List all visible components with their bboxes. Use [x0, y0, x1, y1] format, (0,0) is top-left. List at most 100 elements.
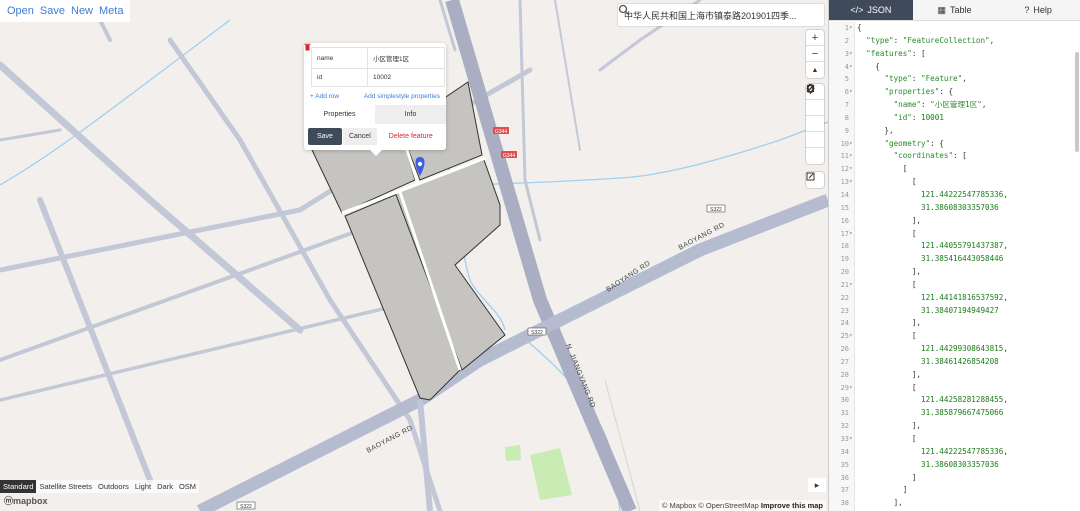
code-line[interactable]: 6 ▾ "properties": { — [829, 86, 1080, 99]
code-line[interactable]: 33 ▾ [ — [829, 433, 1080, 446]
draw-line-button[interactable] — [806, 84, 824, 116]
improve-map-link[interactable]: Improve this map — [761, 501, 823, 510]
layer-light[interactable]: Light — [131, 480, 155, 493]
collapse-panel-button[interactable]: ▸ — [808, 478, 826, 492]
code-line[interactable]: 37 ] — [829, 484, 1080, 497]
fold-toggle-icon[interactable]: ▾ — [849, 61, 853, 74]
draw-polygon-button[interactable] — [806, 84, 824, 132]
code-line[interactable]: 5 "type": "Feature", — [829, 73, 1080, 86]
property-key[interactable]: id — [311, 68, 368, 87]
code-line[interactable]: 34 121.44222547785336, — [829, 446, 1080, 459]
fold-toggle-icon[interactable]: ▾ — [849, 228, 853, 241]
line-number: 36 — [840, 473, 849, 482]
fold-toggle-icon[interactable]: ▾ — [849, 382, 853, 395]
layer-satellite-streets[interactable]: Satellite Streets — [36, 480, 95, 493]
attribution-mapbox-link[interactable]: © Mapbox — [662, 501, 696, 510]
code-line[interactable]: 13 ▾ [ — [829, 176, 1080, 189]
search-icon — [618, 4, 630, 16]
fold-toggle-icon[interactable]: ▾ — [849, 330, 853, 343]
code-line[interactable]: 1 ▾ { — [829, 22, 1080, 35]
fold-toggle-icon[interactable]: ▾ — [849, 150, 853, 163]
layer-outdoors[interactable]: Outdoors — [94, 480, 132, 493]
line-number: 13 — [840, 178, 849, 187]
zoom-out-button[interactable]: − — [806, 46, 824, 62]
search-box[interactable]: 中华人民共和国上海市镇泰路201901四季... — [618, 4, 824, 26]
code-line[interactable]: 4 ▾ { — [829, 61, 1080, 74]
tab-info[interactable]: Info — [375, 105, 446, 124]
fold-toggle-icon[interactable]: ▾ — [849, 279, 853, 292]
zoom-in-button[interactable]: + — [806, 30, 824, 46]
add-row-link[interactable]: + Add row — [310, 93, 339, 100]
code-line[interactable]: 10 ▾ "geometry": { — [829, 138, 1080, 151]
code-line[interactable]: 35 31.38608303357036 — [829, 459, 1080, 472]
code-line[interactable]: 22 121.44141816537592, — [829, 292, 1080, 305]
code-line[interactable]: 31 31.385879667475066 — [829, 407, 1080, 420]
road-shield-g344: G344 — [495, 129, 507, 135]
edit-button[interactable] — [806, 172, 824, 188]
mapbox-logo[interactable]: ⓜmapbox — [4, 494, 48, 507]
code-line[interactable]: 32 ], — [829, 420, 1080, 433]
menu-save[interactable]: Save — [40, 5, 65, 17]
line-number: 35 — [840, 460, 849, 469]
code-line[interactable]: 30 121.44258281288455, — [829, 394, 1080, 407]
editor-scrollbar[interactable] — [1075, 52, 1079, 152]
code-line[interactable]: 29 ▾ [ — [829, 382, 1080, 395]
code-line[interactable]: 8 "id": 10001 — [829, 112, 1080, 125]
json-editor[interactable]: 1 ▾{2 "type": "FeatureCollection", 3 ▾ "fea… — [829, 22, 1080, 511]
code-text: [ — [857, 331, 917, 341]
code-line[interactable]: 19 31.385416443058446 — [829, 253, 1080, 266]
code-line[interactable]: 36 ] — [829, 472, 1080, 485]
code-line[interactable]: 18 121.44055791437387, — [829, 240, 1080, 253]
code-line[interactable]: 24 ], — [829, 317, 1080, 330]
compass-button[interactable]: ▲ — [806, 62, 824, 78]
map-canvas[interactable]: G344 G344 S322 S322 S322 BAOYANG RD BAOY… — [0, 0, 828, 511]
menu-new[interactable]: New — [71, 5, 93, 17]
add-simplestyle-link[interactable]: Add simplestyle properties — [364, 93, 440, 100]
code-line[interactable]: 20 ], — [829, 266, 1080, 279]
delete-feature-button[interactable]: Delete feature — [304, 43, 433, 140]
code-line[interactable]: 26 121.44299308643815, — [829, 343, 1080, 356]
code-text: "coordinates": [ — [893, 151, 967, 161]
save-button[interactable]: Save — [308, 128, 342, 145]
fold-toggle-icon[interactable]: ▾ — [849, 163, 853, 176]
code-line[interactable]: 15 31.38608303357036 — [829, 202, 1080, 215]
fold-toggle-icon[interactable]: ▾ — [849, 176, 853, 189]
fold-toggle-icon[interactable]: ▾ — [849, 22, 853, 35]
tab-table[interactable]: ▦ Table — [913, 0, 997, 20]
tab-properties[interactable]: Properties — [304, 105, 375, 124]
code-line[interactable]: 11 ▾ "coordinates": [ — [829, 150, 1080, 163]
code-line[interactable]: 23 31.38407194949427 — [829, 305, 1080, 318]
property-value[interactable]: 小区管理1区 — [367, 47, 445, 69]
tab-json[interactable]: </> JSON — [829, 0, 913, 20]
property-value[interactable]: 10002 — [367, 68, 445, 87]
fold-toggle-icon[interactable]: ▾ — [849, 433, 853, 446]
fold-toggle-icon[interactable]: ▾ — [849, 48, 853, 61]
attribution-osm-link[interactable]: © OpenStreetMap — [698, 501, 759, 510]
layer-standard[interactable]: Standard — [0, 480, 37, 493]
code-line[interactable]: 21 ▾ [ — [829, 279, 1080, 292]
menu-meta[interactable]: Meta — [99, 5, 123, 17]
tab-help[interactable]: ? Help — [996, 0, 1080, 20]
draw-circle-button[interactable] — [806, 84, 824, 164]
fold-toggle-icon[interactable]: ▾ — [849, 86, 853, 99]
code-line[interactable]: 27 31.38461426854208 — [829, 356, 1080, 369]
search-input[interactable]: 中华人民共和国上海市镇泰路201901四季... — [624, 9, 797, 22]
code-line[interactable]: 2 "type": "FeatureCollection", — [829, 35, 1080, 48]
layer-dark[interactable]: Dark — [154, 480, 176, 493]
menu-open[interactable]: Open — [7, 5, 34, 17]
draw-rectangle-button[interactable] — [806, 85, 824, 148]
code-line[interactable]: 25 ▾ [ — [829, 330, 1080, 343]
layer-osm[interactable]: OSM — [175, 480, 200, 493]
code-line[interactable]: 38 ], — [829, 497, 1080, 510]
code-line[interactable]: 14 121.44222547785336, — [829, 189, 1080, 202]
property-key[interactable]: name — [311, 47, 368, 69]
fold-toggle-icon[interactable]: ▾ — [849, 138, 853, 151]
code-line[interactable]: 12 ▾ [ — [829, 163, 1080, 176]
cancel-button[interactable]: Cancel — [342, 128, 377, 145]
code-line[interactable]: 7 "name": "小区管理1区", — [829, 99, 1080, 112]
code-line[interactable]: 17 ▾ [ — [829, 228, 1080, 241]
code-line[interactable]: 28 ], — [829, 369, 1080, 382]
code-line[interactable]: 3 ▾ "features": [ — [829, 48, 1080, 61]
code-line[interactable]: 16 ], — [829, 215, 1080, 228]
code-line[interactable]: 9 }, — [829, 125, 1080, 138]
